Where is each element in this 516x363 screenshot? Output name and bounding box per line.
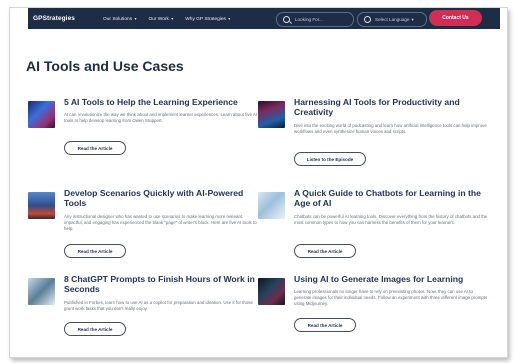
card-description: AI can revolutionize the way we think ab… — [64, 112, 258, 124]
listen-episode-button[interactable]: Listen to the Episode — [294, 152, 366, 166]
chevron-down-icon: ▾ — [411, 16, 414, 22]
nav-item-our-solutions[interactable]: Our Solutions ▾ — [103, 16, 136, 22]
read-article-button[interactable]: Read the Article — [64, 322, 126, 336]
card-description: Any instructional designer who has wante… — [64, 214, 257, 232]
scenario-thumbnail-icon[interactable] — [28, 192, 55, 219]
read-article-button[interactable]: Read the Article — [294, 318, 356, 332]
podcast-thumbnail-icon[interactable] — [258, 101, 285, 128]
card-description: Learning professionals no longer have to… — [294, 289, 488, 307]
nav-item-label: Our Solutions — [103, 16, 133, 22]
card-title[interactable]: Develop Scenarios Quickly with AI-Powere… — [64, 188, 264, 208]
page-title: AI Tools and Use Cases — [26, 58, 184, 74]
search-icon — [283, 16, 290, 23]
search-input[interactable]: Looking For... — [276, 12, 354, 27]
chatbot-thumbnail-icon[interactable] — [258, 192, 285, 219]
card-title[interactable]: A Quick Guide to Chatbots for Learning i… — [294, 188, 494, 208]
read-article-button[interactable]: Read the Article — [64, 141, 126, 155]
language-selector[interactable]: Select Language ▾ — [357, 12, 427, 27]
contact-us-button[interactable]: Contact Us — [429, 10, 482, 26]
top-navbar: GPStrategies Our Solutions ▾ Our Work ▾ … — [28, 8, 500, 29]
image-generation-thumbnail-icon[interactable] — [258, 278, 285, 305]
read-article-button[interactable]: Read the Article — [294, 244, 356, 258]
read-article-button[interactable]: Read the Article — [64, 244, 126, 258]
card-description: Chatbots can be powerful AI learning too… — [294, 214, 488, 226]
chatgpt-thumbnail-icon[interactable] — [28, 278, 55, 305]
language-label: Select Language — [375, 17, 410, 22]
brand-logo[interactable]: GPStrategies — [33, 15, 75, 22]
nav-item-label: Why GP Strategies — [185, 16, 226, 22]
browser-frame: GPStrategies Our Solutions ▾ Our Work ▾ … — [9, 7, 508, 358]
ai-robot-thumbnail-icon[interactable] — [28, 101, 55, 128]
chevron-down-icon: ▾ — [171, 15, 174, 21]
chevron-down-icon: ▾ — [134, 15, 137, 21]
nav-item-label: Our Work — [148, 16, 169, 22]
card-title[interactable]: 5 AI Tools to Help the Learning Experien… — [64, 97, 264, 107]
globe-icon — [364, 16, 371, 23]
card-title[interactable]: 8 ChatGPT Prompts to Finish Hours of Wor… — [64, 274, 264, 294]
search-placeholder: Looking For... — [295, 17, 323, 22]
card-title[interactable]: Harnessing AI Tools for Productivity and… — [294, 97, 494, 117]
card-title[interactable]: Using AI to Generate Images for Learning — [294, 274, 494, 284]
nav-item-why-gp-strategies[interactable]: Why GP Strategies ▾ — [185, 16, 230, 22]
card-description: Published in Forbes, learn how to use AI… — [64, 300, 253, 312]
chevron-down-icon: ▾ — [228, 15, 231, 21]
card-description: Dive into the exciting world of podcasti… — [294, 123, 487, 135]
nav-item-our-work[interactable]: Our Work ▾ — [148, 16, 173, 22]
